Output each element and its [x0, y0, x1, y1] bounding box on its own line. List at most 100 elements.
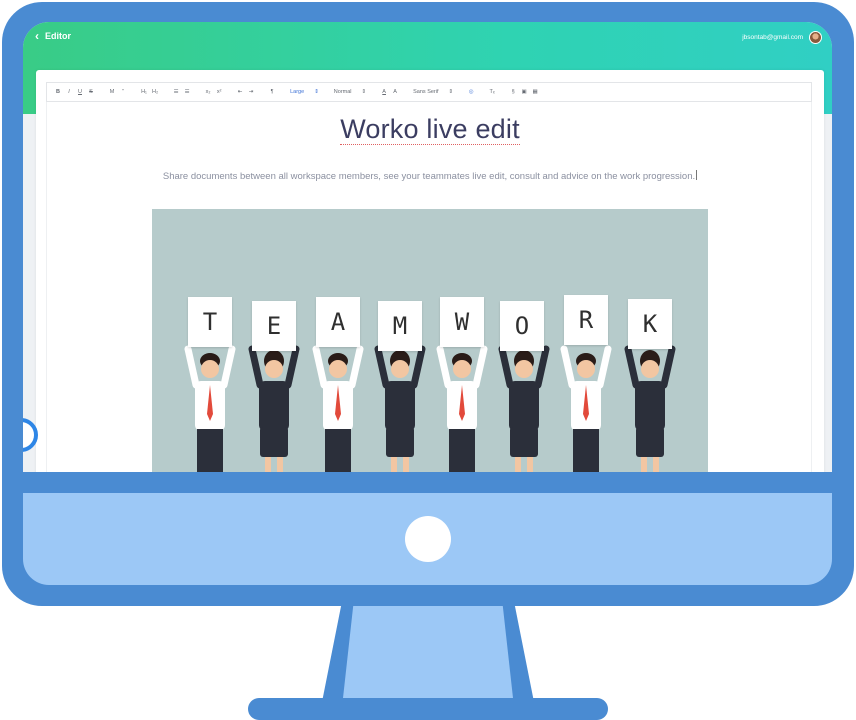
person-torso — [385, 381, 415, 431]
clean-format-icon[interactable]: Tₓ — [489, 89, 495, 95]
size-select[interactable]: Large ⇕ — [290, 89, 319, 95]
person-skirt — [510, 427, 538, 457]
text-color-icon[interactable]: A — [381, 89, 387, 95]
person-head — [515, 360, 533, 378]
h1-button[interactable]: H₁ — [141, 89, 147, 95]
letter-card-t-text: T — [202, 308, 218, 336]
document-subtitle[interactable]: Share documents between all workspace me… — [47, 170, 813, 182]
person-arm — [436, 345, 452, 389]
person-head — [577, 360, 595, 378]
image-icon[interactable]: ▣ — [521, 89, 527, 95]
font-select[interactable]: Sans Serif ⇕ — [413, 89, 453, 95]
chevron-down-icon: ⇕ — [314, 89, 319, 95]
letter-card-e: E — [252, 301, 296, 351]
letter-card-a-text: A — [330, 308, 346, 336]
align-icon[interactable]: ◎ — [468, 89, 474, 95]
person-head — [329, 360, 347, 378]
letter-card-o-text: O — [514, 312, 530, 340]
heading-select[interactable]: Normal ⇕ — [334, 89, 366, 95]
document-title[interactable]: Worko live edit — [47, 114, 813, 145]
editor-toolbar: B I U S M ” H₁ H₂ ☰ ☰ x₂ x² ⇤ ⇥ ¶ Large … — [46, 82, 812, 102]
person-head — [641, 360, 659, 378]
letter-card-e-text: E — [266, 312, 282, 340]
person-arm — [284, 345, 300, 389]
person-skirt — [636, 427, 664, 457]
outdent-icon[interactable]: ⇤ — [237, 89, 243, 95]
user-menu[interactable]: jbsontab@gmail.com — [742, 31, 822, 44]
letter-card-r-text: R — [578, 306, 594, 334]
person-head — [453, 360, 471, 378]
person-arm — [312, 345, 328, 389]
person-leg — [641, 457, 647, 472]
chevron-down-icon: ⇕ — [448, 89, 454, 95]
chevron-left-icon: ‹ — [35, 28, 39, 43]
person-pants — [197, 429, 223, 472]
letter-card-o: O — [500, 301, 544, 351]
letter-card-m-text: M — [392, 312, 408, 340]
h2-button[interactable]: H₂ — [152, 89, 158, 95]
person-arm — [660, 345, 676, 389]
person-arm — [498, 345, 514, 389]
letter-card-k-text: K — [642, 310, 658, 338]
heading-m-button[interactable]: M — [109, 89, 115, 95]
person-leg — [527, 457, 533, 472]
person-arm — [560, 345, 576, 389]
person-arm — [348, 345, 364, 389]
bullet-list-icon[interactable]: ☰ — [184, 89, 190, 95]
person-torso — [635, 381, 665, 431]
letter-card-m: M — [378, 301, 422, 351]
person-arm — [596, 345, 612, 389]
superscript-button[interactable]: x² — [216, 89, 222, 95]
person-arm — [534, 345, 550, 389]
underline-button[interactable]: U — [77, 89, 83, 95]
person-arm — [220, 345, 236, 389]
bold-button[interactable]: B — [55, 89, 61, 95]
italic-button[interactable]: I — [66, 89, 72, 95]
back-button[interactable]: ‹ Editor — [35, 28, 71, 43]
person-torso — [259, 381, 289, 431]
indent-icon[interactable]: ⇥ — [248, 89, 254, 95]
document-body[interactable]: Worko live edit Share documents between … — [46, 102, 812, 472]
quote-button[interactable]: ” — [120, 89, 126, 95]
person-pants — [573, 429, 599, 472]
person-leg — [391, 457, 397, 472]
avatar[interactable] — [809, 31, 822, 44]
person-leg — [403, 457, 409, 472]
teamwork-image[interactable]: T E A M W O R K — [152, 209, 708, 472]
chevron-down-icon: ⇕ — [361, 89, 367, 95]
person-arm — [374, 345, 390, 389]
person-head — [265, 360, 283, 378]
person-skirt — [386, 427, 414, 457]
person-head — [391, 360, 409, 378]
letter-card-w-text: W — [454, 308, 470, 336]
teamwork-illustration — [184, 345, 676, 472]
heading-select-label: Normal — [333, 89, 352, 95]
person-pants — [325, 429, 351, 472]
person-leg — [653, 457, 659, 472]
person-torso — [509, 381, 539, 431]
letter-card-r: R — [564, 295, 608, 345]
ordered-list-icon[interactable]: ☰ — [173, 89, 179, 95]
subscript-button[interactable]: x₂ — [205, 89, 211, 95]
person-pants — [449, 429, 475, 472]
person-arm — [248, 345, 264, 389]
screen: ‹ Editor jbsontab@gmail.com B I U S M ” … — [23, 22, 832, 472]
person-arm — [184, 345, 200, 389]
monitor-neck-inner — [343, 606, 513, 698]
editor-card: B I U S M ” H₁ H₂ ☰ ☰ x₂ x² ⇤ ⇥ ¶ Large … — [36, 70, 824, 472]
strike-button[interactable]: S — [88, 89, 94, 95]
video-icon[interactable]: ▦ — [532, 89, 538, 95]
text-cursor — [696, 170, 698, 180]
letter-card-t: T — [188, 297, 232, 347]
user-email: jbsontab@gmail.com — [742, 34, 803, 41]
text-background-icon[interactable]: A — [392, 89, 398, 95]
person-skirt — [260, 427, 288, 457]
letter-card-k: K — [628, 299, 672, 349]
person-leg — [515, 457, 521, 472]
link-icon[interactable]: § — [510, 89, 516, 95]
person-leg — [265, 457, 271, 472]
letter-card-w: W — [440, 297, 484, 347]
rtl-icon[interactable]: ¶ — [269, 89, 275, 95]
document-subtitle-text: Share documents between all workspace me… — [162, 171, 696, 182]
power-button — [405, 516, 451, 562]
